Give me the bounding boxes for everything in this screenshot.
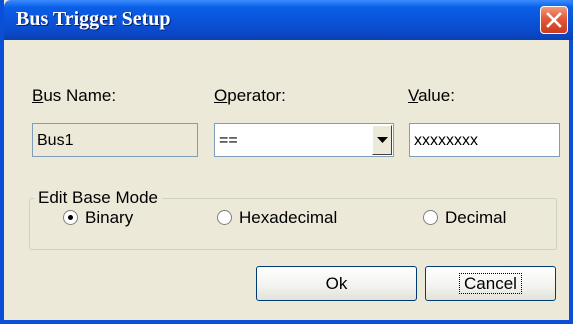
edit-base-mode-legend: Edit Base Mode [38, 188, 159, 207]
radio-binary[interactable] [63, 210, 78, 225]
cancel-button-label: Cancel [459, 273, 522, 294]
value-label: Value: [408, 86, 455, 105]
ok-button-label: Ok [325, 274, 348, 293]
radio-hexadecimal[interactable] [217, 210, 232, 225]
dialog-title: Bus Trigger Setup [16, 8, 171, 30]
value-value: xxxxxxxx [414, 132, 478, 149]
operator-select[interactable]: == [214, 123, 394, 157]
operator-value: == [219, 132, 238, 149]
operator-dropdown-button[interactable] [372, 125, 392, 155]
bus-name-value: Bus1 [37, 132, 74, 149]
value-field[interactable]: xxxxxxxx [409, 123, 560, 157]
radio-binary-label[interactable]: Binary [85, 208, 133, 228]
dialog-window: Bus Trigger Setup Bus Name: Operator: Va… [0, 0, 573, 324]
chevron-down-icon [377, 137, 388, 143]
title-bar[interactable]: Bus Trigger Setup [4, 0, 573, 40]
radio-decimal-label[interactable]: Decimal [445, 208, 506, 228]
close-button[interactable] [540, 6, 568, 34]
bus-name-label: Bus Name: [32, 86, 117, 105]
ok-button[interactable]: Ok [256, 266, 417, 301]
bus-name-field[interactable]: Bus1 [32, 123, 198, 157]
cancel-button[interactable]: Cancel [425, 266, 556, 301]
radio-hexadecimal-label[interactable]: Hexadecimal [239, 208, 337, 228]
close-icon [546, 12, 562, 28]
operator-label: Operator: [214, 86, 286, 105]
radio-decimal[interactable] [423, 210, 438, 225]
